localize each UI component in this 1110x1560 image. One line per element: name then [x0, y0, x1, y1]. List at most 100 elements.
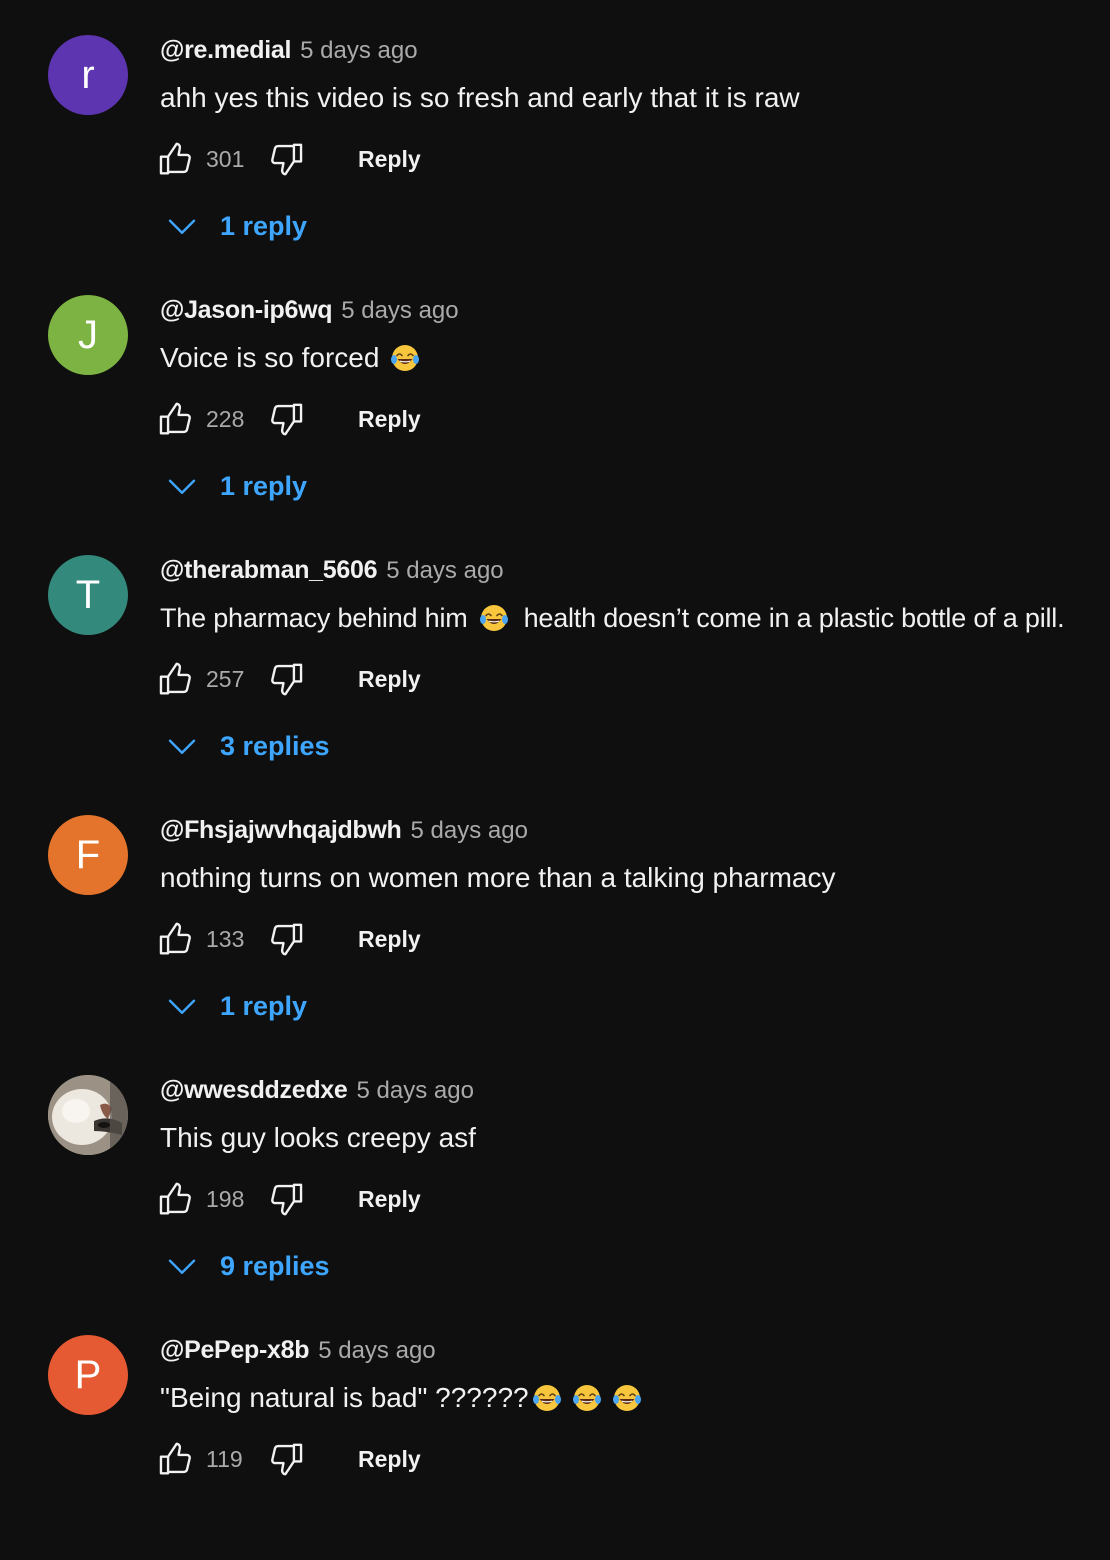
avatar[interactable]: r: [48, 35, 128, 115]
dislike-button[interactable]: [266, 139, 306, 179]
comment-text-content: nothing turns on women more than a talki…: [160, 862, 836, 893]
view-replies-button[interactable]: 1 reply: [164, 208, 307, 244]
comment-header: @therabman_5606 5 days ago: [160, 556, 504, 585]
like-count: 228: [206, 405, 245, 432]
comment-actions: 198 Reply: [156, 1178, 421, 1220]
chevron-down-icon: [164, 728, 200, 764]
avatar[interactable]: J: [48, 295, 128, 375]
reply-button[interactable]: Reply: [358, 1446, 421, 1473]
avatar-letter: J: [78, 312, 98, 357]
comment-text: This guy looks creepy asf: [160, 1122, 476, 1154]
replies-label: 1 reply: [220, 210, 308, 241]
avatar[interactable]: F: [48, 815, 128, 895]
thumb-down-icon: [267, 400, 305, 438]
view-replies-button[interactable]: 9 replies: [164, 1248, 330, 1284]
reply-button[interactable]: Reply: [358, 666, 421, 693]
like-button[interactable]: [156, 1179, 196, 1219]
like-button[interactable]: [156, 139, 196, 179]
author-name[interactable]: @PePep-x8b: [160, 1336, 310, 1365]
like-count: 301: [206, 145, 245, 172]
thumb-down-icon: [267, 660, 305, 698]
comment-thread: F @Fhsjajwvhqajdbwh 5 days ago nothing t…: [0, 780, 1110, 1040]
chevron-down-icon: [164, 988, 200, 1024]
comment-text: "Being natural is bad" ?????? 😂😂😂: [160, 1382, 647, 1414]
author-name[interactable]: @Fhsjajwvhqajdbwh: [160, 816, 402, 845]
dislike-button[interactable]: [266, 1179, 306, 1219]
comment-time[interactable]: 5 days ago: [318, 1337, 435, 1365]
thumb-down-icon: [267, 140, 305, 178]
comment-text-content: This guy looks creepy asf: [160, 1122, 476, 1153]
like-count: 198: [206, 1185, 245, 1212]
reply-button[interactable]: Reply: [358, 146, 421, 173]
tears-of-joy-emoji-icon: [611, 1382, 643, 1414]
like-count: 133: [206, 925, 245, 952]
comment-time[interactable]: 5 days ago: [341, 297, 458, 325]
comment-thread: @wwesddzedxe 5 days ago This guy looks c…: [0, 1040, 1110, 1300]
thumb-down-icon: [267, 1180, 305, 1218]
comment-text: Voice is so forced 😂: [160, 342, 425, 374]
thumb-up-icon: [157, 1440, 195, 1478]
avatar[interactable]: P: [48, 1335, 128, 1415]
dislike-button[interactable]: [266, 919, 306, 959]
author-name[interactable]: @Jason-ip6wq: [160, 296, 333, 325]
like-button[interactable]: [156, 1439, 196, 1479]
view-replies-button[interactable]: 1 reply: [164, 468, 307, 504]
author-name[interactable]: @wwesddzedxe: [160, 1076, 348, 1105]
thumb-up-icon: [157, 1180, 195, 1218]
reply-button[interactable]: Reply: [358, 1186, 421, 1213]
comment-thread: r @re.medial 5 days ago ahh yes this vid…: [0, 0, 1110, 260]
tears-of-joy-emoji-icon: [571, 1382, 603, 1414]
thumb-up-icon: [157, 140, 195, 178]
view-replies-button[interactable]: 1 reply: [164, 988, 307, 1024]
view-replies-button[interactable]: 3 replies: [164, 728, 330, 764]
dislike-button[interactable]: [266, 659, 306, 699]
comment-actions: 257 Reply: [156, 658, 421, 700]
comment-text-content: ahh yes this video is so fresh and early…: [160, 82, 800, 113]
comment-text-content: "Being natural is bad" ??????: [160, 1382, 529, 1413]
replies-label: 3 replies: [220, 730, 330, 761]
comment-thread: J @Jason-ip6wq 5 days ago Voice is so fo…: [0, 260, 1110, 520]
thumb-up-icon: [157, 400, 195, 438]
reply-button[interactable]: Reply: [358, 926, 421, 953]
comment-header: @Fhsjajwvhqajdbwh 5 days ago: [160, 816, 528, 845]
avatar-photo-icon: [48, 1075, 128, 1155]
like-button[interactable]: [156, 659, 196, 699]
author-name[interactable]: @therabman_5606: [160, 556, 378, 585]
comment-actions: 133 Reply: [156, 918, 421, 960]
reply-button[interactable]: Reply: [358, 406, 421, 433]
comment-text: The pharmacy behind him 😂 health doesn’t…: [160, 602, 1065, 634]
chevron-down-icon: [164, 1248, 200, 1284]
comment-time[interactable]: 5 days ago: [357, 1077, 474, 1105]
dislike-button[interactable]: [266, 399, 306, 439]
like-count: 257: [206, 665, 245, 692]
author-name[interactable]: @re.medial: [160, 36, 291, 65]
avatar-letter: r: [81, 52, 95, 97]
like-button[interactable]: [156, 399, 196, 439]
avatar-letter: P: [74, 1352, 102, 1397]
like-count: 119: [206, 1445, 243, 1472]
thumb-down-icon: [267, 1440, 305, 1478]
chevron-down-icon: [164, 208, 200, 244]
like-button[interactable]: [156, 919, 196, 959]
avatar-photo[interactable]: [48, 1075, 128, 1155]
tears-of-joy-emoji-icon: [389, 342, 421, 374]
comment-header: @Jason-ip6wq 5 days ago: [160, 296, 459, 325]
comment-time[interactable]: 5 days ago: [411, 817, 528, 845]
chevron-down-icon: [164, 468, 200, 504]
comment-thread: P @PePep-x8b 5 days ago "Being natural i…: [0, 1300, 1110, 1560]
comment-time[interactable]: 5 days ago: [300, 37, 417, 65]
dislike-button[interactable]: [266, 1439, 306, 1479]
avatar[interactable]: T: [48, 555, 128, 635]
replies-label: 9 replies: [220, 1250, 330, 1281]
comment-text: nothing turns on women more than a talki…: [160, 862, 836, 894]
comment-text: ahh yes this video is so fresh and early…: [160, 82, 800, 114]
comment-text-content: Voice is so forced: [160, 342, 380, 373]
tears-of-joy-emoji-icon: [478, 602, 510, 634]
thumb-down-icon: [267, 920, 305, 958]
comment-text-part: health doesn’t come in a plastic bottle …: [523, 602, 1065, 633]
comment-time[interactable]: 5 days ago: [386, 557, 503, 585]
avatar-letter: T: [75, 572, 101, 617]
comment-actions: 228 Reply: [156, 398, 421, 440]
comment-header: @re.medial 5 days ago: [160, 36, 418, 65]
thumb-up-icon: [157, 920, 195, 958]
